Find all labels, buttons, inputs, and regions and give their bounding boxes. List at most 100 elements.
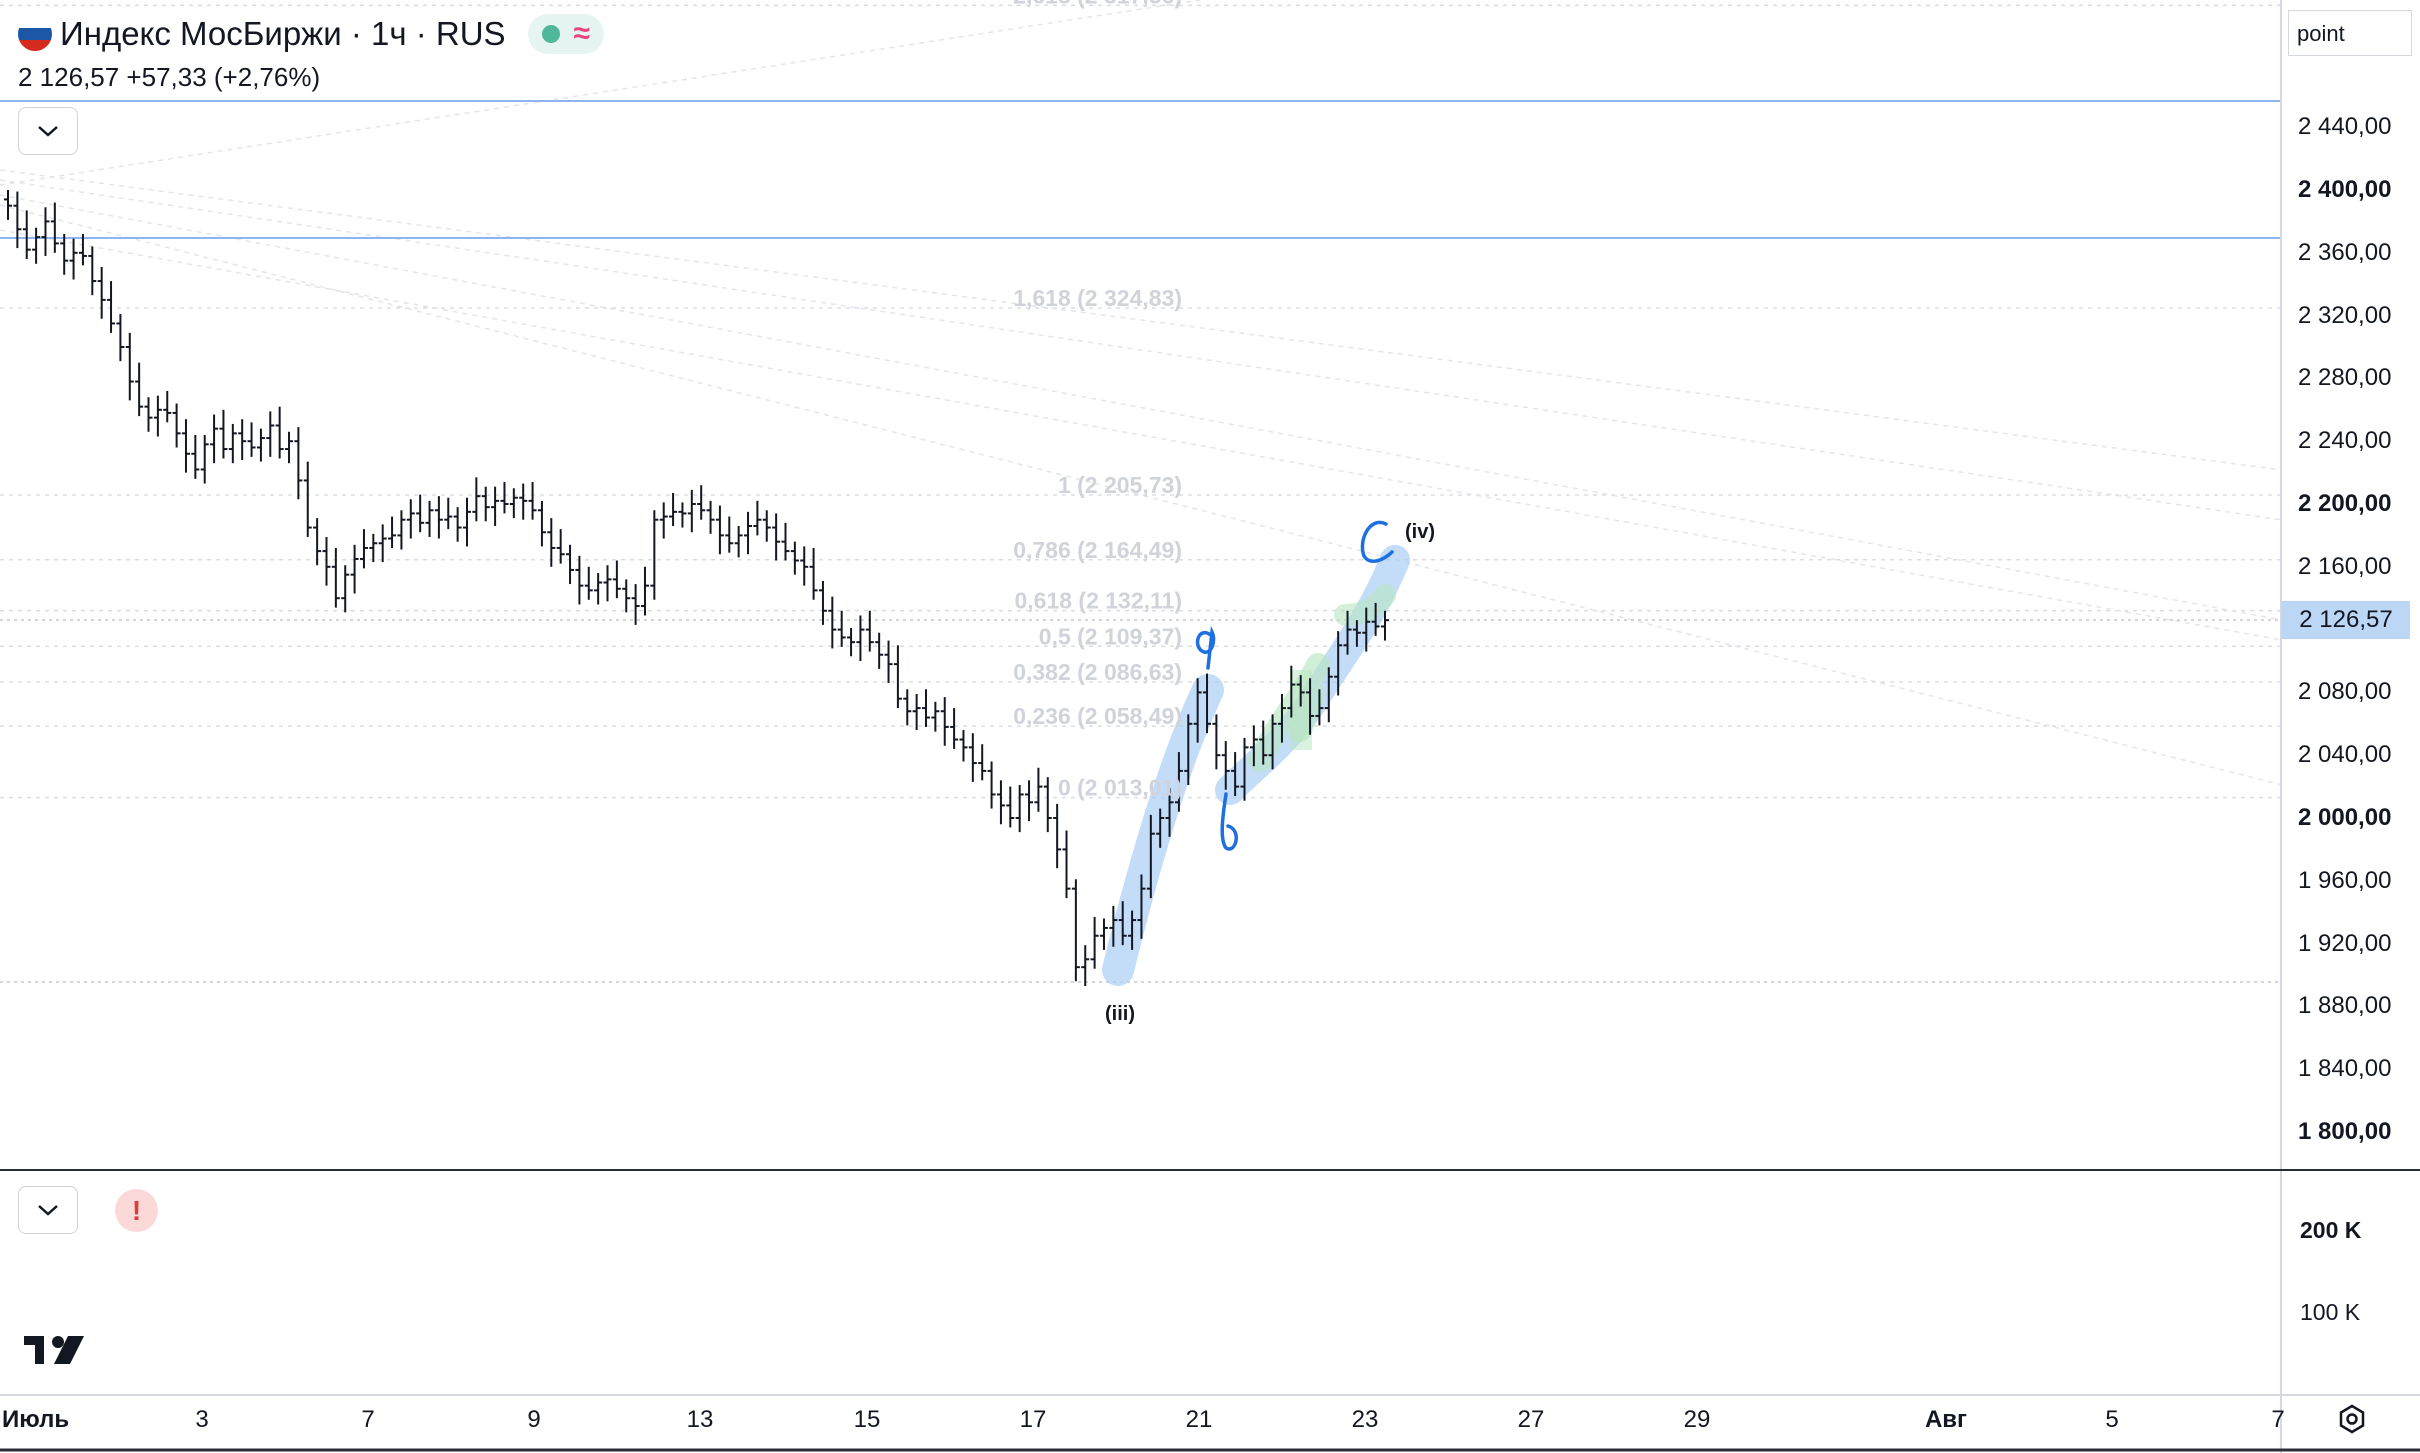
- handwritten-a: [1195, 625, 1216, 670]
- ohlc-bar: [97, 266, 106, 319]
- ohlc-bar: [603, 565, 612, 602]
- warning-icon[interactable]: !: [115, 1189, 158, 1232]
- ohlc-bar: [1099, 918, 1108, 950]
- fib-labels: 2,618 (2 517,56) 1,618 (2 324,83) 1 (2 205…: [1013, 0, 1182, 801]
- fib-level-label: 0,618 (2 132,11): [1014, 588, 1182, 614]
- ohlc-bar: [818, 580, 827, 625]
- ohlc-bar: [135, 362, 144, 417]
- price-axis-label: 2 200,00: [2298, 490, 2392, 517]
- ohlc-bar: [875, 632, 884, 669]
- price-chart[interactable]: 2,618 (2 517,56) 1,618 (2 324,83) 1 (2 205…: [0, 0, 2420, 1453]
- ohlc-bar: [397, 510, 406, 550]
- price-axis-label: 2 360,00: [2298, 238, 2392, 266]
- ohlc-bar: [959, 730, 968, 762]
- settings-gear-icon[interactable]: [2336, 1403, 2368, 1435]
- ohlc-bar: [893, 645, 902, 709]
- wave-label-iii[interactable]: (iii): [1105, 1003, 1135, 1025]
- market-status-pill[interactable]: ≈: [527, 14, 605, 54]
- ohlc-bar: [706, 500, 715, 534]
- ohlc-bar: [744, 511, 753, 555]
- volume-axis-label: 200 K: [2300, 1217, 2362, 1243]
- time-axis-label: 29: [1683, 1406, 1711, 1433]
- symbol-header[interactable]: Индекс МосБиржи · 1ч · RUS ≈: [18, 12, 605, 56]
- ohlc-bar: [1015, 785, 1024, 833]
- time-axis-label: 5: [2105, 1406, 2119, 1433]
- ohlc-bar: [4, 190, 12, 220]
- ohlc-bar: [313, 518, 322, 566]
- ohlc-bar: [1212, 714, 1221, 770]
- trend-line[interactable]: [0, 179, 2283, 521]
- ohlc-bar: [847, 628, 856, 657]
- ohlc-bar: [163, 390, 172, 423]
- symbol-title[interactable]: Индекс МосБиржи · 1ч · RUS: [60, 15, 506, 53]
- time-axis-label: 7: [361, 1406, 375, 1433]
- ohlc-bar: [809, 547, 818, 600]
- ohlc-bar: [519, 483, 528, 520]
- time-axis-label: 7: [2271, 1406, 2285, 1433]
- fib-level-label: 1 (2 205,73): [1058, 472, 1182, 498]
- ohlc-bar: [341, 565, 350, 613]
- time-axis-label: 9: [527, 1406, 541, 1433]
- ohlc-bar: [753, 500, 762, 536]
- ohlc-bar: [640, 566, 649, 616]
- ohlc-bar: [1034, 767, 1043, 812]
- ohlc-bar: [837, 610, 846, 647]
- ohlc-bar: [453, 507, 462, 542]
- ohlc-bar: [32, 227, 41, 264]
- ohlc-bar: [903, 689, 912, 726]
- ohlc-bar: [200, 434, 209, 484]
- ohlc-bar: [153, 395, 162, 437]
- fib-level-label: 0,236 (2 058,49): [1013, 703, 1182, 729]
- ohlc-bar: [463, 497, 471, 547]
- time-axis-label: 21: [1185, 1406, 1213, 1433]
- ohlc-bar: [1090, 916, 1099, 969]
- ohlc-bar: [669, 493, 678, 526]
- ohlc-bar: [1062, 830, 1071, 899]
- price-axis-label: 2 000,00: [2298, 804, 2392, 831]
- ohlc-bar: [1081, 945, 1090, 986]
- price-axis-label: 2 280,00: [2298, 364, 2392, 392]
- fib-level-label: 1,618 (2 324,83): [1013, 285, 1182, 311]
- ohlc-bar: [650, 510, 659, 600]
- ohlc-bar: [13, 191, 22, 249]
- volume-axis-label: 100 K: [2300, 1299, 2361, 1325]
- ohlc-bar: [172, 403, 181, 448]
- ohlc-bar: [1043, 777, 1052, 833]
- ohlc-bar: [566, 544, 575, 585]
- ohlc-bar: [800, 546, 809, 586]
- ohlc-bar: [622, 579, 631, 613]
- ohlc-bar: [350, 544, 359, 594]
- ohlc-bar: [444, 497, 453, 530]
- ohlc-bar: [181, 419, 190, 473]
- ohlc-bar: [378, 524, 387, 563]
- ohlc-bar: [88, 246, 97, 296]
- wave-label-iv[interactable]: (iv): [1405, 521, 1435, 543]
- price-axis-label: 1 840,00: [2298, 1055, 2392, 1083]
- ohlc-bar: [631, 584, 640, 625]
- collapse-legend-button[interactable]: [18, 107, 78, 155]
- price-axis-label: 2 040,00: [2298, 741, 2392, 769]
- ohlc-bar: [772, 513, 781, 561]
- ohlc-bar: [41, 207, 50, 256]
- tradingview-logo[interactable]: [24, 1336, 84, 1364]
- fib-level-label: 2,618 (2 517,56): [1013, 0, 1182, 8]
- trend-line[interactable]: [0, 169, 2283, 471]
- ohlc-bar: [781, 522, 790, 561]
- point-input[interactable]: point: [2288, 10, 2412, 56]
- ohlc-bar: [238, 419, 247, 461]
- ohlc-bar: [228, 423, 237, 464]
- fib-level-label: 0,786 (2 164,49): [1013, 537, 1182, 563]
- ohlc-bar: [987, 761, 996, 809]
- brush-highlights[interactable]: [1102, 545, 1410, 986]
- price-axis-label: 2 160,00: [2298, 552, 2392, 580]
- ohlc-bar: [50, 202, 59, 253]
- wave-icon: ≈: [573, 17, 591, 50]
- ohlc-bar: [125, 332, 134, 401]
- price-axis-label: 2 440,00: [2298, 113, 2392, 141]
- price-axis-label: 1 880,00: [2298, 992, 2392, 1020]
- ohlc-bar: [790, 541, 799, 575]
- ohlc-bar: [978, 744, 987, 781]
- chevron-down-icon: [38, 1205, 58, 1216]
- ohlc-bar: [388, 516, 397, 548]
- collapse-volume-legend-button[interactable]: [18, 1186, 78, 1234]
